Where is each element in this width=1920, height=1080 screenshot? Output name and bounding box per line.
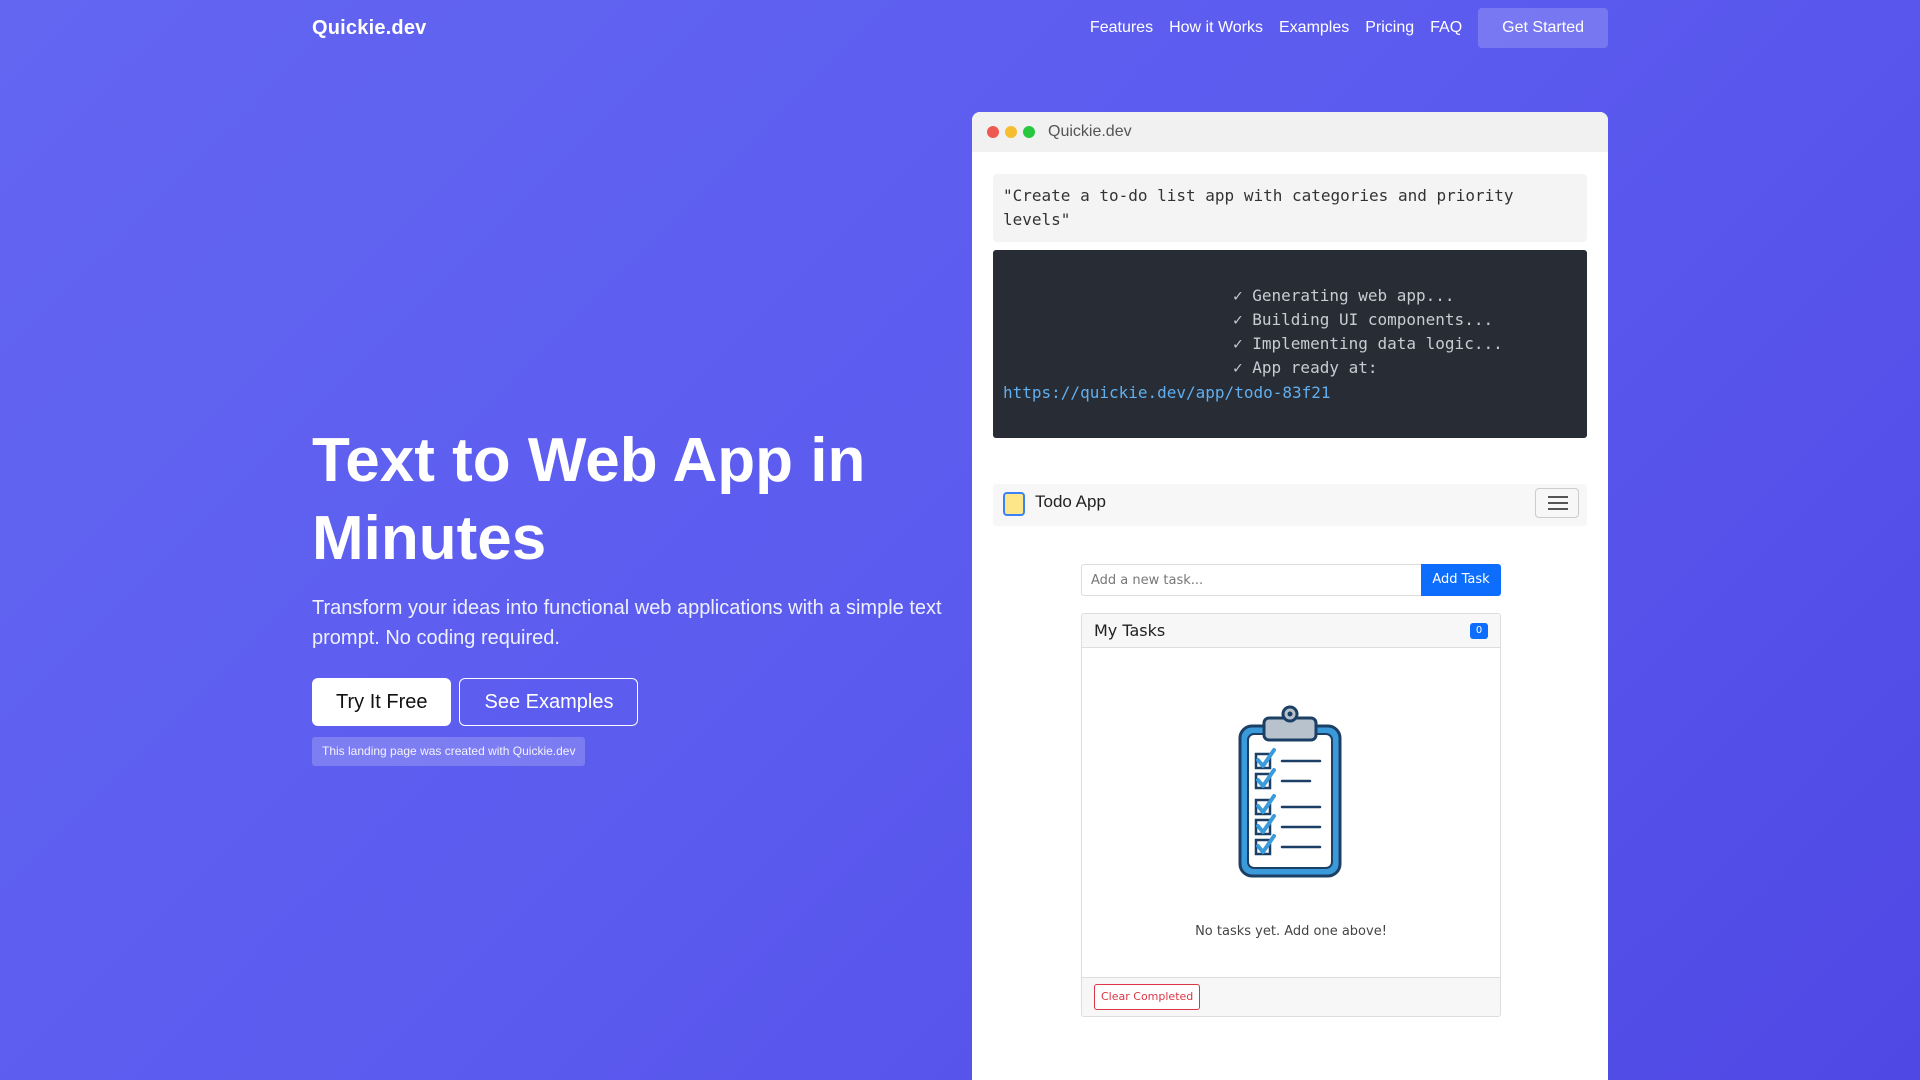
nav-link-pricing[interactable]: Pricing (1365, 19, 1414, 37)
new-task-input[interactable] (1081, 564, 1422, 596)
hamburger-line-icon (1548, 508, 1568, 510)
task-count-badge: 0 (1470, 623, 1488, 639)
nav-link-how-it-works[interactable]: How it Works (1169, 19, 1263, 37)
see-examples-button[interactable]: See Examples (459, 678, 639, 726)
top-navbar: Quickie.dev Features How it Works Exampl… (312, 8, 1608, 48)
terminal-line: ✓ App ready at: (1233, 358, 1378, 377)
terminal-line: ✓ Generating web app... (1233, 286, 1455, 305)
app-navbar: Todo App (993, 484, 1587, 526)
hamburger-menu-button[interactable] (1535, 488, 1579, 518)
window-titlebar: Quickie.dev (972, 112, 1608, 152)
brand-logo[interactable]: Quickie.dev (312, 17, 426, 40)
window-close-dot-icon (987, 126, 999, 138)
tasks-card-title: My Tasks (1094, 621, 1166, 640)
demo-window: Quickie.dev "Create a to-do list app wit… (972, 112, 1608, 1080)
window-maximize-dot-icon (1023, 126, 1035, 138)
tasks-card-footer: Clear Completed (1082, 977, 1500, 1016)
try-it-free-button[interactable]: Try It Free (312, 678, 452, 726)
clipboard-checklist-icon (1238, 705, 1342, 878)
clear-completed-button[interactable]: Clear Completed (1094, 984, 1201, 1010)
hamburger-line-icon (1548, 502, 1568, 504)
nav-links: Features How it Works Examples Pricing F… (1074, 8, 1608, 48)
prompt-box: "Create a to-do list app with categories… (993, 174, 1587, 242)
tasks-card-header: My Tasks 0 (1082, 614, 1500, 648)
terminal-line: ✓ Implementing data logic... (1233, 334, 1503, 353)
nav-link-faq[interactable]: FAQ (1430, 19, 1462, 37)
nav-link-features[interactable]: Features (1090, 19, 1153, 37)
credit-badge: This landing page was created with Quick… (312, 737, 586, 766)
terminal-output: ✓ Generating web app... ✓ Building UI co… (993, 250, 1587, 438)
app-url-link[interactable]: https://quickie.dev/app/todo-83f21 (1003, 381, 1331, 405)
window-minimize-dot-icon (1005, 126, 1017, 138)
tasks-card: My Tasks 0 No tasks yet. Add one above! … (1081, 613, 1501, 1017)
hero-title: Text to Web App in Minutes (312, 426, 866, 573)
app-title[interactable]: Todo App (1035, 492, 1106, 512)
empty-state-message: No tasks yet. Add one above! (1195, 924, 1387, 939)
nav-link-examples[interactable]: Examples (1279, 19, 1349, 37)
window-title: Quickie.dev (1048, 123, 1132, 140)
terminal-line: ✓ Building UI components... (1233, 310, 1494, 329)
hamburger-line-icon (1548, 496, 1568, 498)
get-started-button[interactable]: Get Started (1478, 8, 1608, 48)
notepad-icon (1003, 492, 1025, 516)
add-task-button[interactable]: Add Task (1421, 564, 1501, 596)
hero-subtitle: Transform your ideas into functional web… (312, 597, 942, 649)
hero-buttons: Try It Free See Examples (312, 678, 639, 726)
